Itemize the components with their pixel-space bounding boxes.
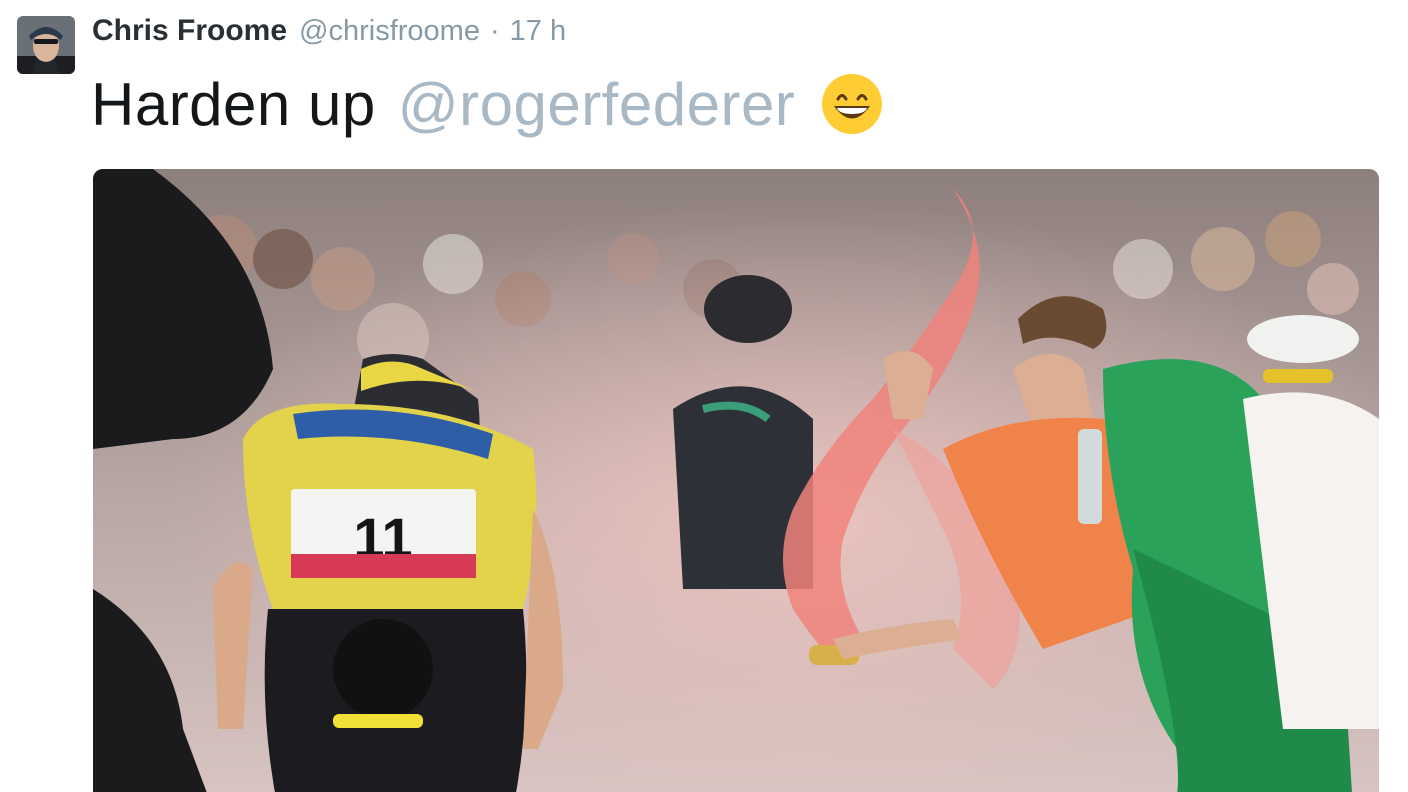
tweet: Chris Froome @chrisfroome · 17 h Harden … bbox=[0, 0, 1408, 792]
grinning-face-emoji-icon bbox=[821, 73, 883, 135]
cycling-race-photo-icon: 11 bbox=[93, 169, 1379, 792]
author-avatar[interactable] bbox=[17, 16, 75, 74]
tweet-header: Chris Froome @chrisfroome · 17 h bbox=[92, 14, 566, 56]
tweet-timestamp[interactable]: 17 h bbox=[510, 15, 566, 48]
separator-dot: · bbox=[489, 15, 500, 47]
tweet-text: Harden up @rogerfederer bbox=[91, 66, 883, 142]
mention-link[interactable]: @rogerfederer bbox=[398, 70, 796, 139]
tweet-photo[interactable]: 11 bbox=[93, 169, 1379, 792]
profile-photo-icon bbox=[17, 16, 75, 74]
author-handle[interactable]: @chrisfroome bbox=[299, 15, 480, 48]
author-name[interactable]: Chris Froome bbox=[92, 14, 287, 48]
tweet-body-text: Harden up bbox=[91, 70, 376, 138]
